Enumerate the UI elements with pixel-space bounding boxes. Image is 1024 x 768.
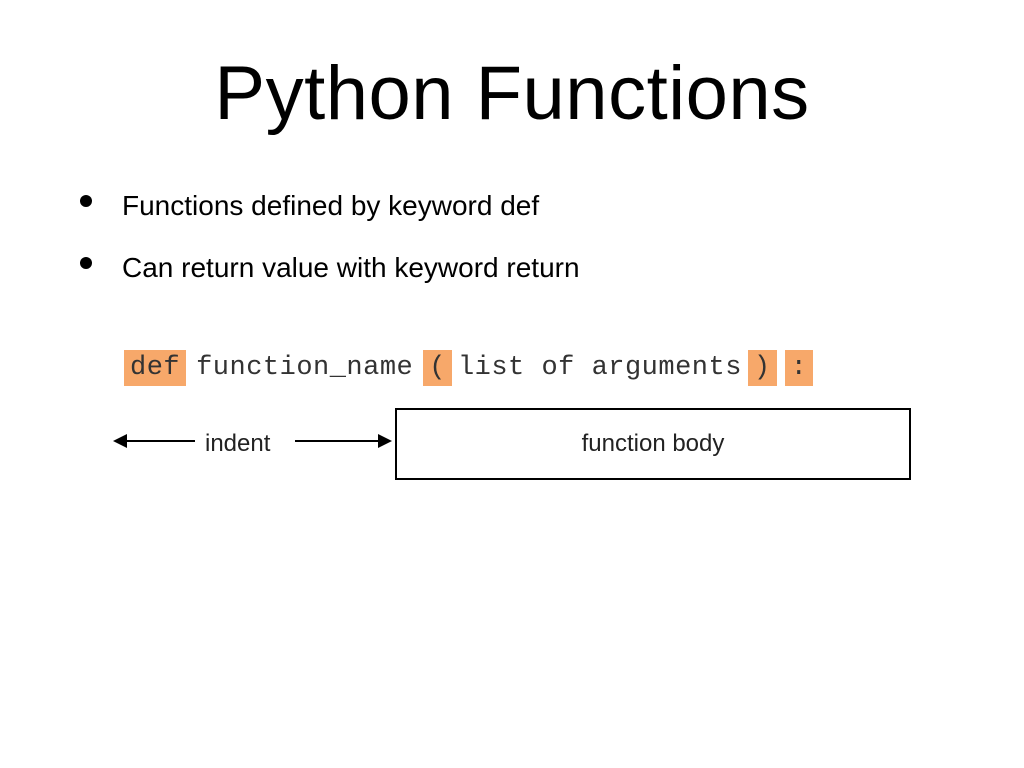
syntax-diagram: def function_name ( list of arguments ) … [120, 350, 910, 520]
function-body-box: function body [395, 408, 911, 480]
arguments-token: list of arguments [456, 353, 744, 383]
bullet-text: Can return value with keyword return [122, 252, 580, 284]
open-paren-token: ( [423, 350, 452, 386]
slide-title: Python Functions [0, 50, 1024, 137]
indent-label: indent [205, 430, 270, 458]
arrow-left-icon [115, 440, 195, 442]
arrow-right-icon [295, 440, 390, 442]
list-item: Can return value with keyword return [80, 252, 940, 284]
colon-token: : [785, 350, 814, 386]
list-item: Functions defined by keyword def [80, 190, 940, 222]
indent-row: indent function body [120, 430, 910, 520]
bullet-text: Functions defined by keyword def [122, 190, 539, 222]
bullet-icon [80, 195, 92, 207]
slide: Python Functions Functions defined by ke… [0, 0, 1024, 768]
function-name-token: function_name [190, 353, 419, 383]
bullet-icon [80, 257, 92, 269]
code-line: def function_name ( list of arguments ) … [120, 350, 910, 386]
bullet-list: Functions defined by keyword def Can ret… [80, 190, 940, 314]
keyword-def: def [124, 350, 186, 386]
close-paren-token: ) [748, 350, 777, 386]
